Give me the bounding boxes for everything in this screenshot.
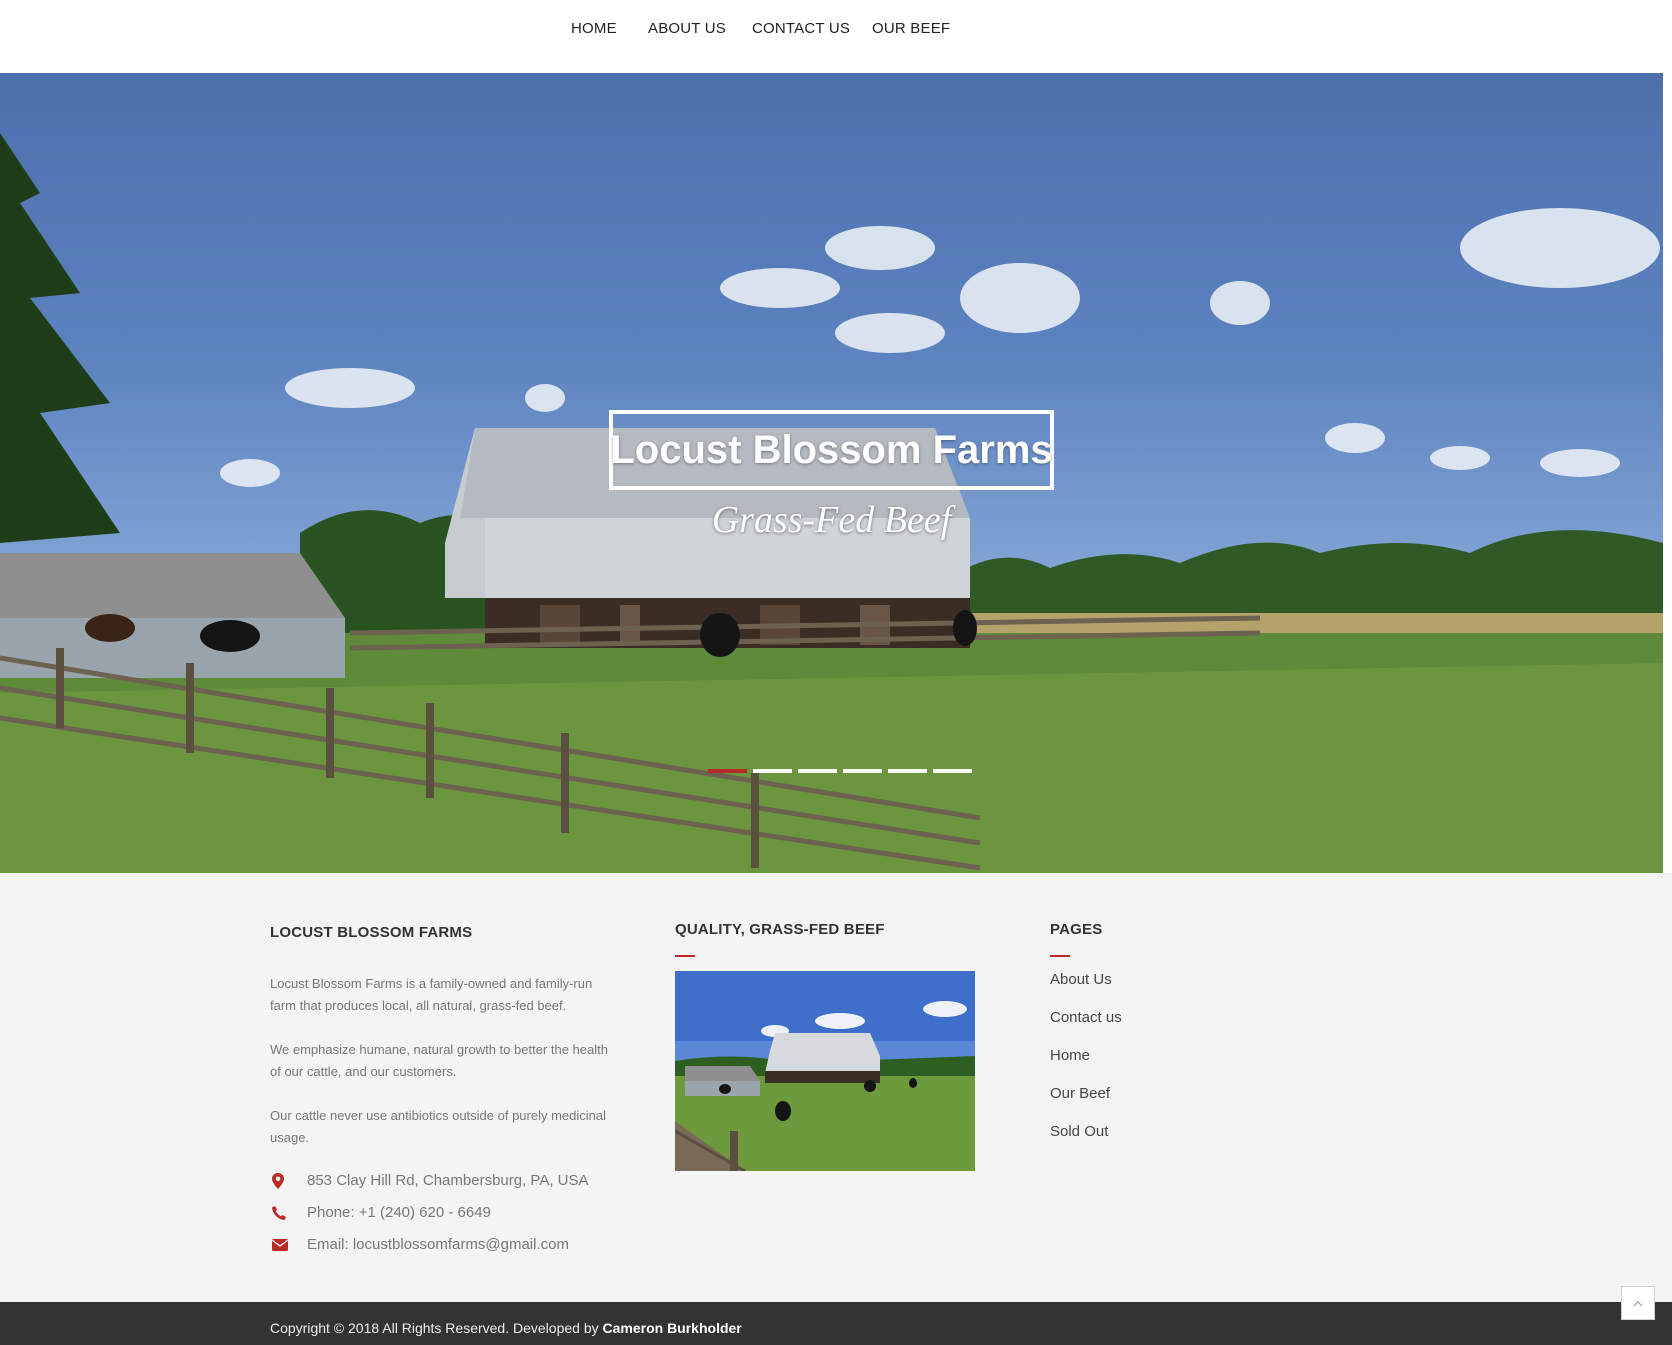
footer-link-about-us[interactable]: About Us: [1050, 971, 1112, 988]
about-paragraph-3: Our cattle never use antibiotics outside…: [270, 1108, 607, 1145]
hero-title: Locust Blossom Farms: [610, 427, 1053, 472]
slider-dot-5[interactable]: [888, 769, 927, 773]
copyright-statement: Copyright © 2018 All Rights Reserved. De…: [270, 1320, 599, 1336]
slider-dot-4[interactable]: [843, 769, 882, 773]
about-paragraph-1: Locust Blossom Farms is a family-owned a…: [270, 976, 593, 1013]
slider-dot-3[interactable]: [798, 769, 837, 773]
chevron-up-icon: [1633, 1294, 1643, 1312]
slider-dot-6[interactable]: [933, 769, 972, 773]
footer-link-contact-us[interactable]: Contact us: [1050, 1009, 1122, 1026]
hero-slider: Locust Blossom Farms Grass-Fed Beef: [0, 73, 1663, 873]
copyright-bar: Copyright © 2018 All Rights Reserved. De…: [0, 1302, 1672, 1345]
email-text[interactable]: Email: locustblossomfarms@gmail.com: [307, 1236, 569, 1253]
nav-our-beef[interactable]: OUR BEEF: [872, 20, 950, 37]
developer-name[interactable]: Cameron Burkholder: [603, 1320, 742, 1336]
phone-row: Phone: +1 (240) 620 - 6649: [270, 1204, 491, 1221]
slider-dot-1[interactable]: [708, 769, 747, 773]
hero-subtitle: Grass-Fed Beef: [711, 499, 952, 541]
slider-pagination: [708, 769, 972, 773]
footer-link-our-beef[interactable]: Our Beef: [1050, 1085, 1110, 1102]
scroll-to-top-button[interactable]: [1621, 1286, 1655, 1320]
map-marker-icon: [270, 1172, 307, 1189]
about-paragraph-2: We emphasize humane, natural growth to b…: [270, 1042, 608, 1079]
nav-home[interactable]: HOME: [571, 20, 617, 37]
nav-contact-us[interactable]: CONTACT US: [752, 20, 850, 37]
address-text: 853 Clay Hill Rd, Chambersburg, PA, USA: [307, 1172, 589, 1189]
slider-dot-2[interactable]: [753, 769, 792, 773]
phone-icon: [270, 1205, 307, 1220]
copyright-text: Copyright © 2018 All Rights Reserved. De…: [270, 1320, 742, 1336]
site-footer: LOCUST BLOSSOM FARMS Locust Blossom Farm…: [0, 873, 1672, 1302]
nav-about-us[interactable]: ABOUT US: [648, 20, 726, 37]
address-row: 853 Clay Hill Rd, Chambersburg, PA, USA: [270, 1172, 589, 1189]
envelope-icon: [270, 1238, 307, 1251]
about-heading: LOCUST BLOSSOM FARMS: [270, 924, 473, 941]
gallery-heading: QUALITY, GRASS-FED BEEF: [675, 921, 885, 938]
email-row: Email: locustblossomfarms@gmail.com: [270, 1236, 569, 1253]
pages-heading-rule: [1050, 955, 1070, 957]
farm-thumbnail[interactable]: [675, 971, 975, 1171]
hero-title-box: Locust Blossom Farms: [609, 410, 1054, 490]
site-header: HOME ABOUT US CONTACT US OUR BEEF: [0, 0, 1672, 73]
pages-heading: PAGES: [1050, 921, 1103, 938]
footer-link-sold-out[interactable]: Sold Out: [1050, 1123, 1108, 1140]
phone-text[interactable]: Phone: +1 (240) 620 - 6649: [307, 1204, 491, 1221]
footer-link-home[interactable]: Home: [1050, 1047, 1090, 1064]
gallery-heading-rule: [675, 955, 695, 957]
